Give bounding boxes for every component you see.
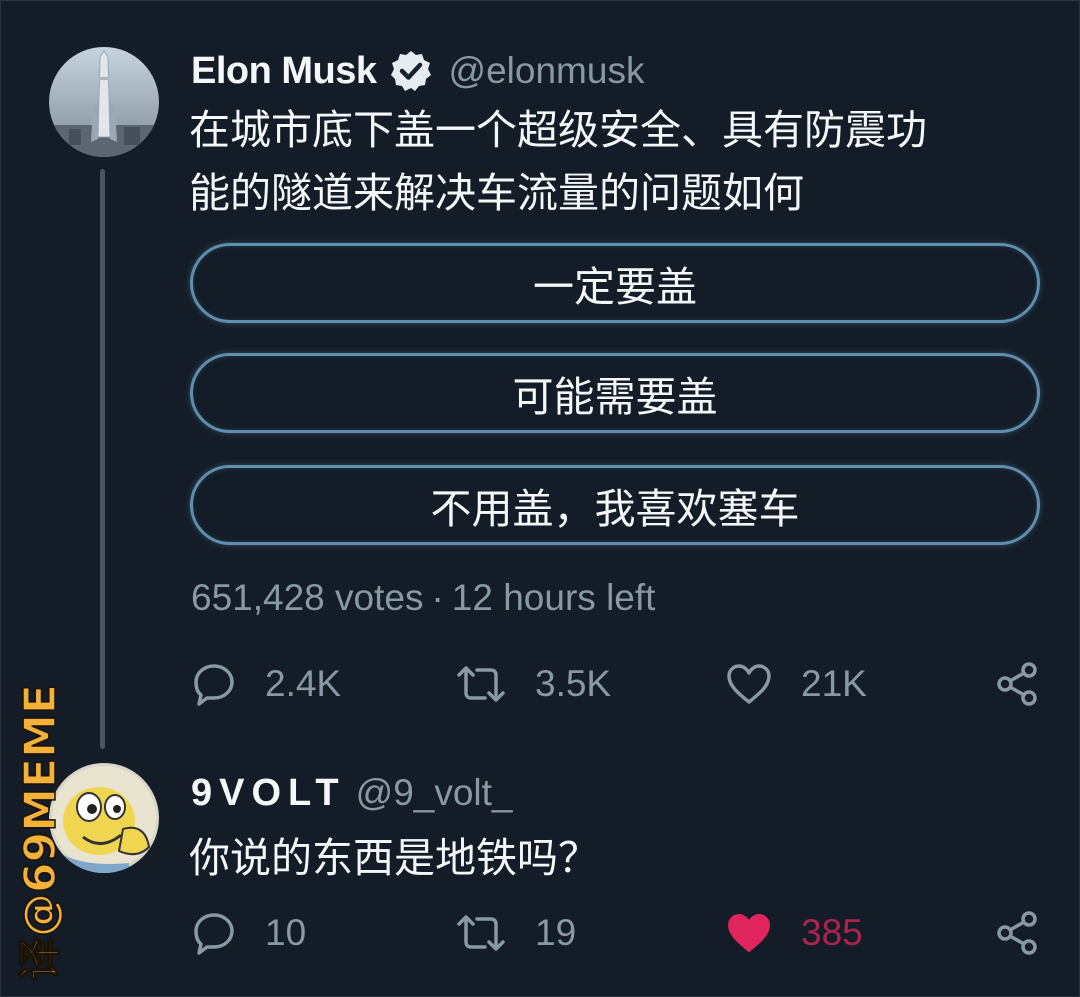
share-button[interactable] [993,903,1041,963]
retweet-icon [457,666,505,702]
reply-author-handle[interactable]: @9_volt_ [356,772,513,814]
poll-votes-count: 651,428 votes [191,577,424,618]
poll-option-1[interactable]: 一定要盖 [190,243,1040,323]
tweet-thread-frame: Elon Musk @elonmusk 在城市底下盖一个超级安全、具有防震功 能的… [0,0,1080,997]
tweet-text-line-2: 能的隧道来解决车流量的问题如何 [189,169,804,217]
thread-connector-line [100,169,105,749]
svg-text:译@69MEME: 译@69MEME [15,684,66,981]
verified-badge-icon [389,49,433,93]
like-button[interactable]: 21K [725,654,867,714]
reply-button[interactable]: 2.4K [191,654,341,714]
poll-option-3[interactable]: 不用盖，我喜欢塞车 [190,465,1040,545]
reply-action-bar: 10 19 385 [191,903,1051,963]
reply-icon [194,664,234,706]
avatar[interactable] [49,47,159,157]
tweet-text: 在城市底下盖一个超级安全、具有防震功 能的隧道来解决车流量的问题如何 [189,99,1059,225]
retweet-icon [457,915,505,951]
rocket-avatar-icon [49,47,159,157]
like-button[interactable]: 385 [725,903,863,963]
retweet-count: 19 [535,912,577,953]
poll-status: 651,428 votes · 12 hours left [191,577,655,619]
share-icon [997,911,1037,955]
share-button[interactable] [993,654,1041,714]
tweet-action-bar: 2.4K 3.5K 21K [191,654,1051,714]
reply-icon [194,913,234,955]
reply-author-display-name[interactable]: 9VOLT [191,772,346,815]
tweet-author-header: Elon Musk @elonmusk [191,45,644,97]
heart-icon [727,664,771,704]
reply-button[interactable]: 10 [191,903,306,963]
like-count: 21K [801,663,867,704]
reply-author-header: 9VOLT @9_volt_ [191,767,513,819]
like-count: 385 [801,912,863,953]
reply-count: 2.4K [265,663,342,704]
reply-text: 你说的东西是地铁吗？ [189,834,599,882]
poll-time-left: 12 hours left [451,577,656,618]
retweet-button[interactable]: 3.5K [455,654,611,714]
poll-meta-separator: · [431,577,444,618]
retweet-count: 3.5K [535,663,612,704]
poll-option-2[interactable]: 可能需要盖 [190,353,1040,433]
author-display-name[interactable]: Elon Musk [191,50,377,93]
watermark-text: 译@69MEME [14,683,67,981]
reply-count: 10 [265,912,307,953]
author-handle[interactable]: @elonmusk [449,50,645,92]
retweet-button[interactable]: 19 [455,903,576,963]
share-icon [997,662,1037,706]
heart-filled-icon [728,914,770,952]
tweet-text-line-1: 在城市底下盖一个超级安全、具有防震功 [189,106,927,154]
